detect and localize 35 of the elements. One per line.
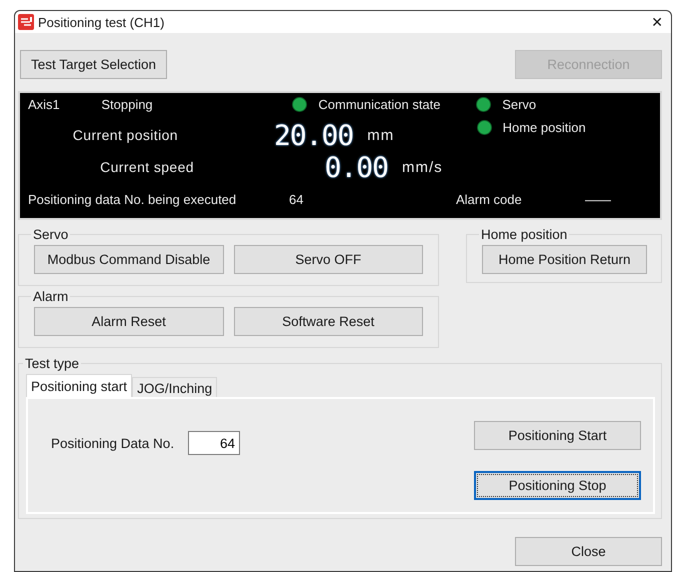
action-button[interactable]: Alarm Reset — [34, 307, 224, 336]
unit-label: mm/s — [401, 158, 444, 176]
indicator-label: Home position — [502, 120, 586, 134]
action-button[interactable]: Modbus Command Disable — [34, 245, 224, 274]
reading-value: 20.00 — [272, 118, 354, 152]
indicator-label: Communication state — [318, 97, 441, 112]
indicator-label: Servo — [502, 97, 536, 112]
unit-label: mm — [366, 126, 396, 144]
operation-state: Stopping — [101, 97, 154, 112]
action-button[interactable]: Positioning Start — [474, 421, 641, 450]
field-label: Positioning Data No. — [51, 436, 174, 450]
target-selection-button[interactable]: Test Target Selection — [20, 50, 167, 79]
executing-label: Positioning data No. being executed — [28, 192, 238, 206]
app-icon — [18, 14, 34, 30]
action-button[interactable]: Positioning Stop — [474, 471, 641, 500]
group-label: Alarm — [32, 289, 70, 304]
group-label: Home position — [480, 227, 568, 242]
tab[interactable]: Positioning start — [26, 374, 132, 397]
axis-label: Axis1 — [28, 97, 61, 112]
action-button[interactable]: Servo OFF — [234, 245, 423, 274]
group-label: Test type — [24, 356, 80, 371]
executing-value: 64 — [289, 192, 304, 206]
reading-label: Current position — [72, 127, 178, 143]
group-label: Servo — [32, 227, 70, 242]
action-button[interactable]: Software Reset — [234, 307, 423, 336]
number-input-field[interactable]: 64 — [188, 431, 240, 455]
tab[interactable]: JOG/Inching — [132, 377, 218, 397]
window-title: Positioning test (CH1) — [38, 14, 166, 30]
close-button[interactable]: Close — [515, 537, 662, 566]
alarm-code-label: Alarm code — [456, 192, 523, 206]
reading-label: Current speed — [99, 159, 194, 175]
close-icon[interactable]: ✕ — [649, 14, 665, 30]
alarm-code-value: —— — [585, 192, 611, 206]
reading-value: 0.00 — [324, 150, 388, 184]
action-button[interactable]: Home Position Return — [482, 245, 647, 274]
